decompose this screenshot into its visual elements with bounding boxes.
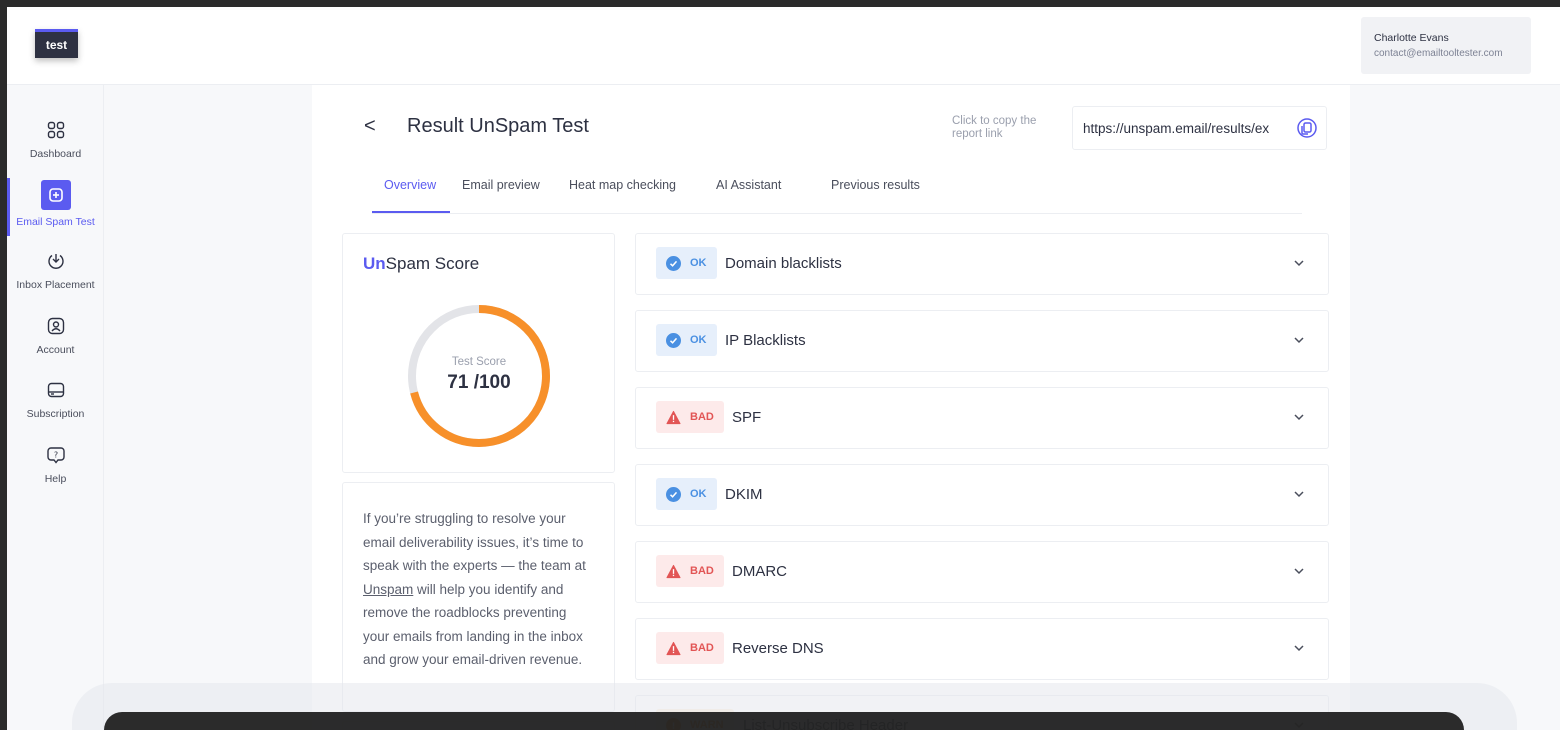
check-row[interactable]: OK IP Blacklists — [635, 310, 1329, 372]
page-title: Result UnSpam Test — [407, 115, 589, 137]
chevron-down-icon[interactable] — [1292, 641, 1306, 655]
sidebar-item-label: Account — [36, 344, 75, 356]
svg-text:?: ? — [53, 451, 57, 460]
score-gauge: Test Score 71 /100 — [405, 302, 553, 450]
help-text-start: If you’re struggling to resolve your ema… — [363, 511, 586, 573]
check-name: Domain blacklists — [725, 255, 842, 272]
sidebar-item-label: Email Spam Test — [16, 216, 95, 228]
sidebar-item-account[interactable]: Account — [7, 316, 104, 356]
sidebar-item-help[interactable]: ? Help — [7, 445, 104, 485]
plus-square-icon — [40, 180, 71, 210]
user-email: contact@emailtooltester.com — [1374, 48, 1503, 59]
user-menu[interactable]: Charlotte Evans contact@emailtooltester.… — [1361, 17, 1531, 74]
check-name: Reverse DNS — [732, 640, 824, 657]
check-circle-icon — [666, 332, 681, 348]
status-text: BAD — [690, 642, 714, 654]
grid-icon — [46, 120, 66, 140]
active-tab-underline — [372, 211, 450, 213]
copy-link-hint: Click to copy the report link — [952, 115, 1037, 140]
top-bar: test Charlotte Evans contact@emailtoolte… — [7, 7, 1560, 85]
tab-email-preview[interactable]: Email preview — [462, 178, 540, 192]
check-row[interactable]: BAD Reverse DNS — [635, 618, 1329, 680]
sidebar-item-label: Inbox Placement — [16, 279, 95, 291]
check-row[interactable]: BAD DMARC — [635, 541, 1329, 603]
copy-icon[interactable] — [1296, 117, 1318, 139]
check-name: DMARC — [732, 563, 787, 580]
tab-heat-map-checking[interactable]: Heat map checking — [569, 178, 676, 192]
tab-overview[interactable]: Overview — [384, 178, 436, 192]
status-badge: BAD — [656, 555, 724, 587]
main-content: < Result UnSpam Test Click to copy the r… — [312, 85, 1350, 730]
status-badge: OK — [656, 478, 717, 510]
app-logo[interactable]: test — [35, 29, 78, 58]
sidebar-item-label: Help — [44, 473, 67, 485]
status-text: OK — [690, 257, 707, 269]
status-badge: BAD — [656, 401, 724, 433]
score-value: 71 /100 — [447, 372, 511, 393]
chevron-down-icon[interactable] — [1292, 410, 1306, 424]
check-circle-icon — [666, 255, 681, 271]
sidebar-item-label: Subscription — [26, 408, 85, 420]
score-title: UnSpam Score — [363, 254, 479, 274]
user-icon — [46, 316, 66, 336]
check-name: IP Blacklists — [725, 332, 806, 349]
sidebar-item-email-spam-test[interactable]: Email Spam Test — [7, 180, 104, 228]
status-badge: OK — [656, 247, 717, 279]
status-text: BAD — [690, 411, 714, 423]
chevron-down-icon[interactable] — [1292, 564, 1306, 578]
sidebar-item-dashboard[interactable]: Dashboard — [7, 120, 104, 160]
report-link-field[interactable] — [1083, 120, 1296, 136]
status-text: OK — [690, 334, 707, 346]
tab-bar: Overview Email preview Heat map checking… — [372, 163, 1302, 214]
user-name: Charlotte Evans — [1374, 32, 1449, 44]
status-badge: BAD — [656, 632, 724, 664]
tab-previous-results[interactable]: Previous results — [831, 178, 920, 192]
help-card: If you’re struggling to resolve your ema… — [342, 482, 615, 712]
warning-triangle-icon — [666, 564, 681, 579]
check-name: DKIM — [725, 486, 763, 503]
check-row[interactable]: OK Domain blacklists — [635, 233, 1329, 295]
check-name: SPF — [732, 409, 762, 426]
sidebar-item-inbox-placement[interactable]: Inbox Placement — [7, 251, 104, 291]
chevron-down-icon[interactable] — [1292, 256, 1306, 270]
overlay-strip — [104, 712, 1464, 730]
score-card: UnSpam Score Test Score 71 /100 — [342, 233, 615, 473]
check-row[interactable]: OK DKIM — [635, 464, 1329, 526]
check-circle-icon — [666, 486, 681, 502]
warning-triangle-icon — [666, 641, 681, 656]
status-text: BAD — [690, 565, 714, 577]
sidebar-item-label: Dashboard — [29, 148, 82, 160]
report-link-box[interactable] — [1072, 106, 1327, 150]
tab-ai-assistant[interactable]: AI Assistant — [716, 178, 781, 192]
chevron-down-icon[interactable] — [1292, 487, 1306, 501]
status-badge: OK — [656, 324, 717, 356]
app-window: test Charlotte Evans contact@emailtoolte… — [7, 7, 1560, 730]
score-title-rest: Spam Score — [385, 254, 480, 273]
sidebar-item-subscription[interactable]: Subscription — [7, 380, 104, 420]
unspam-link[interactable]: Unspam — [363, 582, 413, 597]
status-text: OK — [690, 488, 707, 500]
back-button[interactable]: < — [364, 115, 376, 138]
check-row[interactable]: BAD SPF — [635, 387, 1329, 449]
card-icon — [46, 380, 66, 400]
chevron-down-icon[interactable] — [1292, 333, 1306, 347]
score-title-prefix: Un — [363, 254, 386, 273]
sidebar: Dashboard Email Spam Test Inbox Placemen… — [7, 85, 104, 730]
help-chat-icon: ? — [46, 445, 66, 465]
score-label: Test Score — [451, 356, 507, 368]
warning-triangle-icon — [666, 410, 681, 425]
inbox-icon — [46, 251, 66, 271]
